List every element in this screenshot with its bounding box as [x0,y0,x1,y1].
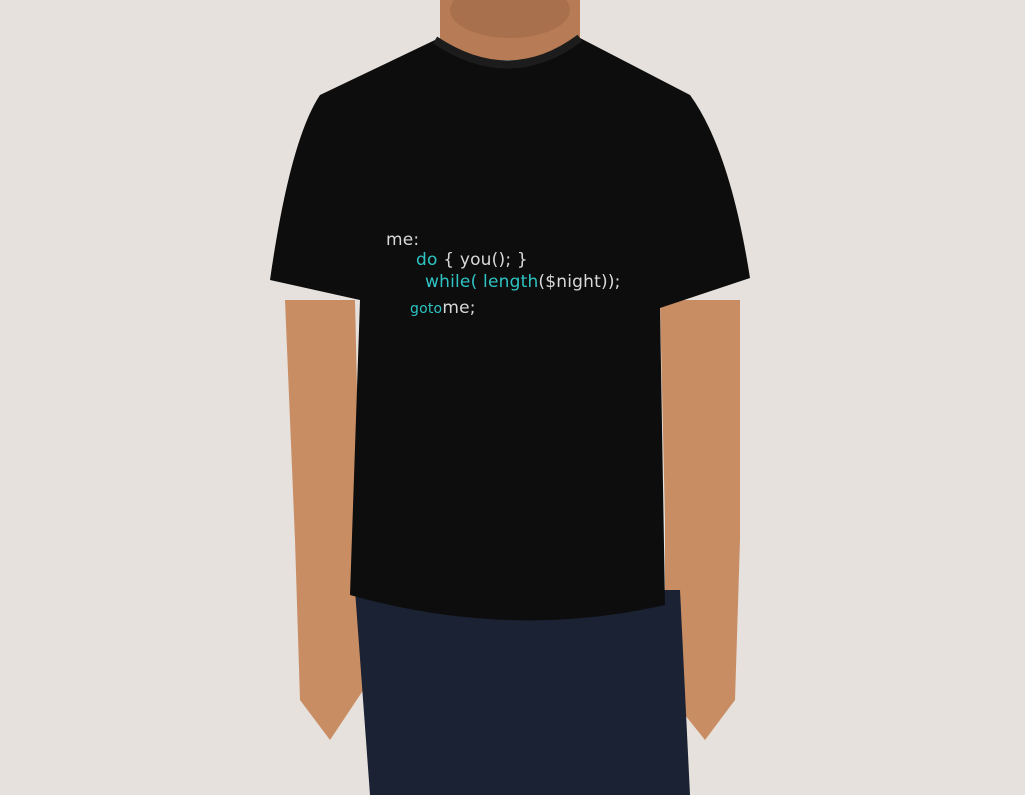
keyword-goto: goto [410,301,443,317]
print-line-4: gotome; [410,298,476,318]
print-line-3: while( length($night)); [425,272,621,292]
print-line-1: me: [386,230,420,250]
print-text: ($night)); [538,272,621,292]
keyword-do: do [416,250,438,270]
print-text: { you(); } [443,250,528,270]
jeans [355,590,690,795]
print-text: me; [442,298,476,318]
keyword-while: while( [425,272,478,292]
product-photo [270,0,750,795]
print-line-2: do { you(); } [416,250,528,270]
function-length: length [483,272,539,292]
